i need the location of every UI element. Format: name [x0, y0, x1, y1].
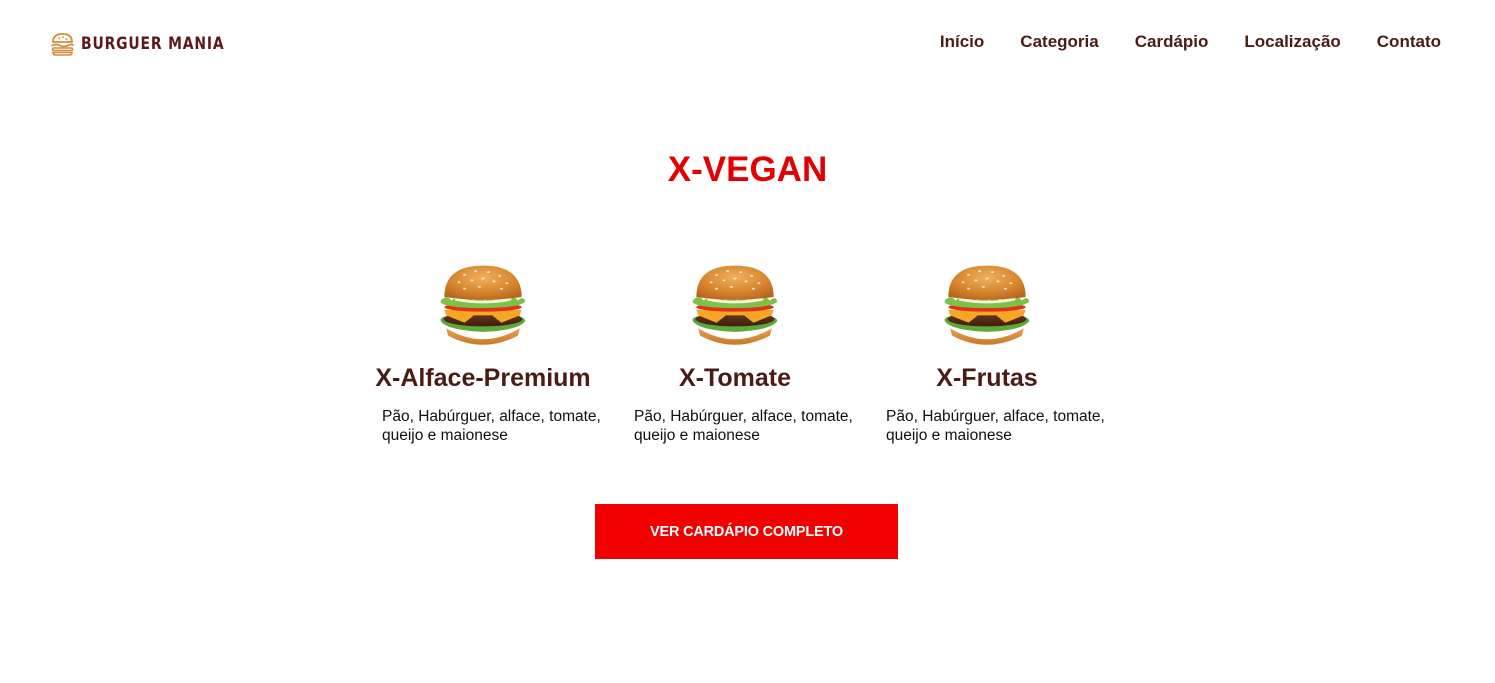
nav-item-localizacao[interactable]: Localização: [1244, 32, 1340, 52]
product-card[interactable]: X-Alface-Premium Pão, Habúrguer, alface,…: [372, 262, 601, 445]
burger-image: [944, 265, 1030, 345]
product-name: X-Tomate: [678, 364, 792, 392]
product-name: X-Alface-Premium: [375, 364, 591, 392]
brand-logo[interactable]: BURGUER MANIA: [50, 31, 256, 57]
product-list: X-Alface-Premium Pão, Habúrguer, alface,…: [372, 262, 1105, 445]
view-full-menu-button[interactable]: VER CARDÁPIO COMPLETO: [595, 504, 898, 559]
nav-item-categoria[interactable]: Categoria: [1020, 32, 1098, 52]
nav-item-cardapio[interactable]: Cardápio: [1135, 32, 1209, 52]
main-nav: Início Categoria Cardápio Localização Co…: [940, 32, 1441, 52]
product-card[interactable]: X-Tomate Pão, Habúrguer, alface, tomate,…: [624, 262, 853, 445]
product-description: Pão, Habúrguer, alface, tomate, queijo e…: [634, 408, 853, 444]
product-description: Pão, Habúrguer, alface, tomate, queijo e…: [886, 408, 1105, 444]
section-title: X-VEGAN: [667, 150, 828, 189]
product-card[interactable]: X-Frutas Pão, Habúrguer, alface, tomate,…: [876, 262, 1105, 445]
product-name: X-Frutas: [936, 364, 1038, 392]
nav-item-inicio[interactable]: Início: [940, 32, 984, 52]
site-header: BURGUER MANIA Início Categoria Cardápio …: [0, 0, 1495, 86]
burger-icon: [51, 33, 74, 56]
product-description: Pão, Habúrguer, alface, tomate, queijo e…: [382, 408, 601, 444]
nav-item-contato[interactable]: Contato: [1377, 32, 1441, 52]
brand-name: BURGUER MANIA: [81, 34, 225, 54]
burger-image: [440, 265, 526, 345]
burger-image: [692, 265, 778, 345]
